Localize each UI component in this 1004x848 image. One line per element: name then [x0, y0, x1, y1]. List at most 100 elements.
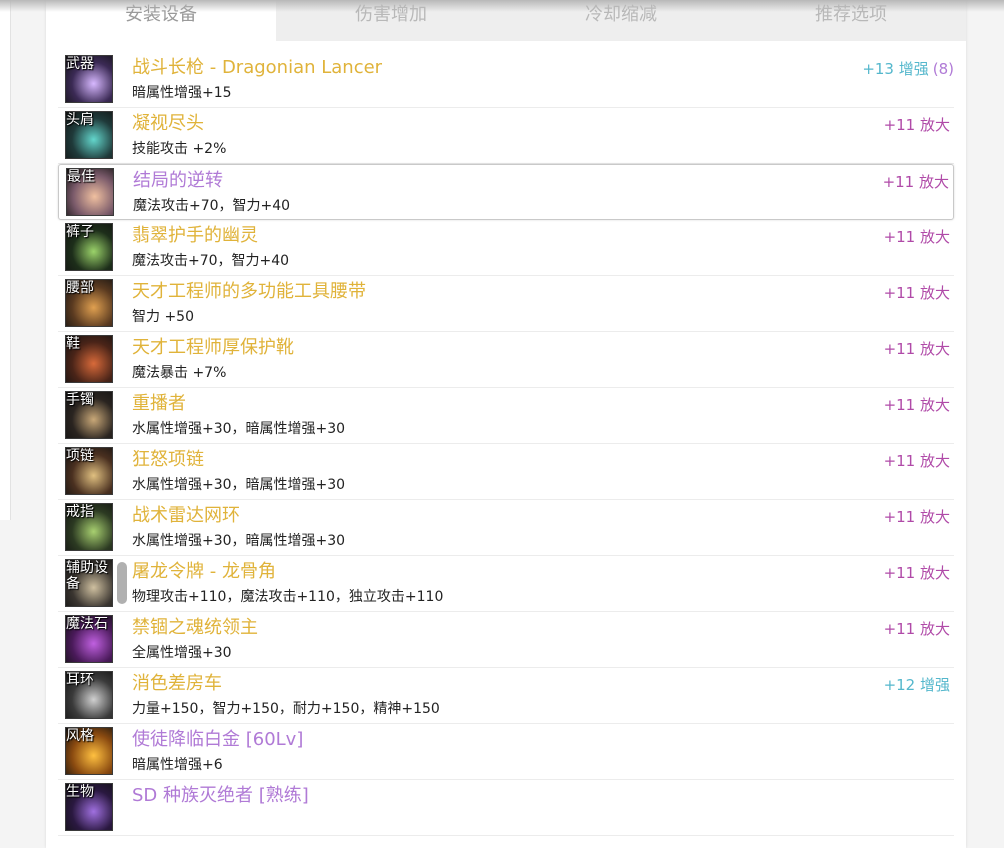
upgrade-text: +11 放大: [883, 396, 950, 414]
item-name[interactable]: 禁锢之魂统领主: [132, 616, 258, 640]
slot-label: 手镯: [66, 392, 94, 408]
equipment-icon[interactable]: 戒指: [65, 503, 113, 551]
equipment-icon[interactable]: 鞋: [65, 335, 113, 383]
upgrade-text: +11 放大: [883, 508, 950, 526]
equipment-icon[interactable]: 辅助设备: [65, 559, 113, 607]
equipment-row[interactable]: 项链 狂怒项链水属性增强+30，暗属性增强+30 +11 放大: [58, 444, 954, 500]
upgrade-text: +11 放大: [883, 284, 950, 302]
slot-label: 最佳: [67, 169, 95, 185]
upgrade-extra: (8): [932, 60, 954, 78]
equipment-row[interactable]: 魔法石 禁锢之魂统领主全属性增强+30 +11 放大: [58, 612, 954, 668]
upgrade-text: +11 放大: [883, 564, 950, 582]
equipment-icon[interactable]: 风格: [65, 727, 113, 775]
item-name[interactable]: 屠龙令牌 - 龙骨角: [132, 560, 276, 584]
upgrade-level: +11 放大: [884, 561, 954, 585]
slot-label: 裤子: [66, 224, 94, 240]
upgrade-level: +13 增强 (8): [862, 57, 954, 81]
equipment-row[interactable]: 最佳 结局的逆转魔法攻击+70，智力+40 +11 放大: [58, 164, 954, 220]
item-stats: 魔法攻击+70，智力+40: [132, 253, 290, 269]
slot-label: 武器: [66, 56, 94, 72]
upgrade-level: +11 放大: [884, 449, 954, 473]
item-name[interactable]: 战术雷达网环: [132, 504, 240, 528]
upgrade-text: +11 放大: [883, 116, 950, 134]
upgrade-text: +11 放大: [883, 452, 950, 470]
upgrade-level: +11 放大: [884, 225, 954, 249]
equipment-row[interactable]: 辅助设备 屠龙令牌 - 龙骨角物理攻击+110，魔法攻击+110，独立攻击+110…: [58, 556, 954, 612]
equipment-row[interactable]: 裤子 翡翠护手的幽灵魔法攻击+70，智力+40 +11 放大: [58, 220, 954, 276]
item-stats: 暗属性增强+15: [132, 85, 232, 101]
scrollbar-thumb[interactable]: [117, 562, 127, 604]
equipment-icon[interactable]: 头肩: [65, 111, 113, 159]
item-name[interactable]: SD 种族灭绝者 [熟练]: [132, 784, 309, 808]
equipment-icon[interactable]: 魔法石: [65, 615, 113, 663]
upgrade-text: +11 放大: [883, 340, 950, 358]
equipment-icon[interactable]: 最佳: [66, 168, 114, 216]
slot-label: 戒指: [66, 504, 94, 520]
item-name[interactable]: 结局的逆转: [133, 169, 223, 193]
upgrade-level: +12 增强: [884, 673, 954, 697]
left-page-edge: [0, 0, 11, 520]
equipment-row[interactable]: 武器 战斗长枪 - Dragonian Lancer 暗属性增强+15 +13 增强(…: [58, 52, 954, 108]
equipment-row[interactable]: 风格 使徒降临白金 [60Lv] 暗属性增强+6: [58, 724, 954, 780]
item-stats: 水属性增强+30，暗属性增强+30: [132, 477, 346, 493]
upgrade-level: +11 放大: [884, 337, 954, 361]
equipment-icon[interactable]: 项链: [65, 447, 113, 495]
equipment-list: 武器 战斗长枪 - Dragonian Lancer 暗属性增强+15 +13 增强(…: [46, 52, 966, 836]
item-stats: 水属性增强+30，暗属性增强+30: [132, 421, 346, 437]
equipment-row[interactable]: 戒指 战术雷达网环水属性增强+30，暗属性增强+30 +11 放大: [58, 500, 954, 556]
upgrade-level: +11 放大: [884, 617, 954, 641]
item-stats: 全属性增强+30: [132, 645, 232, 661]
upgrade-text: +11 放大: [883, 228, 950, 246]
upgrade-level: +11 放大: [884, 113, 954, 137]
upgrade-text: +11 放大: [882, 173, 949, 191]
upgrade-level: +11 放大: [884, 281, 954, 305]
item-name[interactable]: 重播者: [132, 392, 186, 416]
item-stats: 技能攻击 +2%: [132, 141, 227, 157]
item-name[interactable]: 翡翠护手的幽灵: [132, 224, 258, 248]
item-name[interactable]: 使徒降临白金 [60Lv]: [132, 728, 303, 752]
equipment-row[interactable]: 手镯 重播者水属性增强+30，暗属性增强+30 +11 放大: [58, 388, 954, 444]
item-name[interactable]: 战斗长枪 - Dragonian Lancer: [132, 56, 382, 80]
equipment-row[interactable]: 腰部 天才工程师的多功能工具腰带智力 +50 +11 放大: [58, 276, 954, 332]
upgrade-level: +11 放大: [883, 170, 953, 194]
upgrade-level: +11 放大: [884, 505, 954, 529]
equipment-row[interactable]: 生物 SD 种族灭绝者 [熟练]: [58, 780, 954, 836]
slot-label: 生物: [66, 784, 94, 800]
item-name[interactable]: 凝视尽头: [132, 112, 204, 136]
upgrade-level: [950, 785, 954, 809]
upgrade-level: +11 放大: [884, 393, 954, 417]
slot-label: 腰部: [66, 280, 94, 296]
item-name[interactable]: 天才工程师厚保护靴: [132, 336, 294, 360]
item-name[interactable]: 消色差房车: [132, 672, 222, 696]
upgrade-text: +12 增强: [883, 676, 950, 694]
equipment-icon[interactable]: 腰部: [65, 279, 113, 327]
item-stats: 水属性增强+30，暗属性增强+30: [132, 533, 346, 549]
equipment-icon[interactable]: 手镯: [65, 391, 113, 439]
item-stats: 力量+150，智力+150，耐力+150，精神+150: [132, 701, 440, 717]
slot-label: 风格: [66, 728, 94, 744]
slot-label: 鞋: [66, 336, 80, 352]
equipment-row[interactable]: 鞋 天才工程师厚保护靴魔法暴击 +7% +11 放大: [58, 332, 954, 388]
slot-label: 项链: [66, 448, 94, 464]
item-stats: 物理攻击+110，魔法攻击+110，独立攻击+110: [132, 589, 444, 605]
top-shadow: [0, 0, 1004, 12]
item-name[interactable]: 天才工程师的多功能工具腰带: [132, 280, 366, 304]
equipment-row[interactable]: 耳环 消色差房车力量+150，智力+150，耐力+150，精神+150 +12 增强: [58, 668, 954, 724]
equipment-row[interactable]: 头肩 凝视尽头技能攻击 +2% +11 放大: [58, 108, 954, 164]
upgrade-level: [950, 729, 954, 753]
slot-label: 魔法石: [66, 616, 108, 632]
item-stats: 魔法攻击+70，智力+40: [133, 198, 291, 214]
item-name[interactable]: 狂怒项链: [132, 448, 204, 472]
item-stats: 智力 +50: [132, 309, 194, 325]
upgrade-text: +11 放大: [883, 620, 950, 638]
equipment-icon[interactable]: 耳环: [65, 671, 113, 719]
slot-label: 头肩: [66, 112, 94, 128]
equipment-icon[interactable]: 生物: [65, 783, 113, 831]
upgrade-text: +13 增强: [862, 60, 929, 78]
item-stats: 暗属性增强+6: [132, 757, 223, 773]
slot-label: 辅助设备: [66, 560, 108, 592]
item-stats: 魔法暴击 +7%: [132, 365, 227, 381]
equipment-icon[interactable]: 武器: [65, 55, 113, 103]
equipment-panel: 安装设备 伤害增加 冷却缩减 推荐选项 武器 战斗长枪 - Dragonian L…: [46, 0, 966, 848]
equipment-icon[interactable]: 裤子: [65, 223, 113, 271]
